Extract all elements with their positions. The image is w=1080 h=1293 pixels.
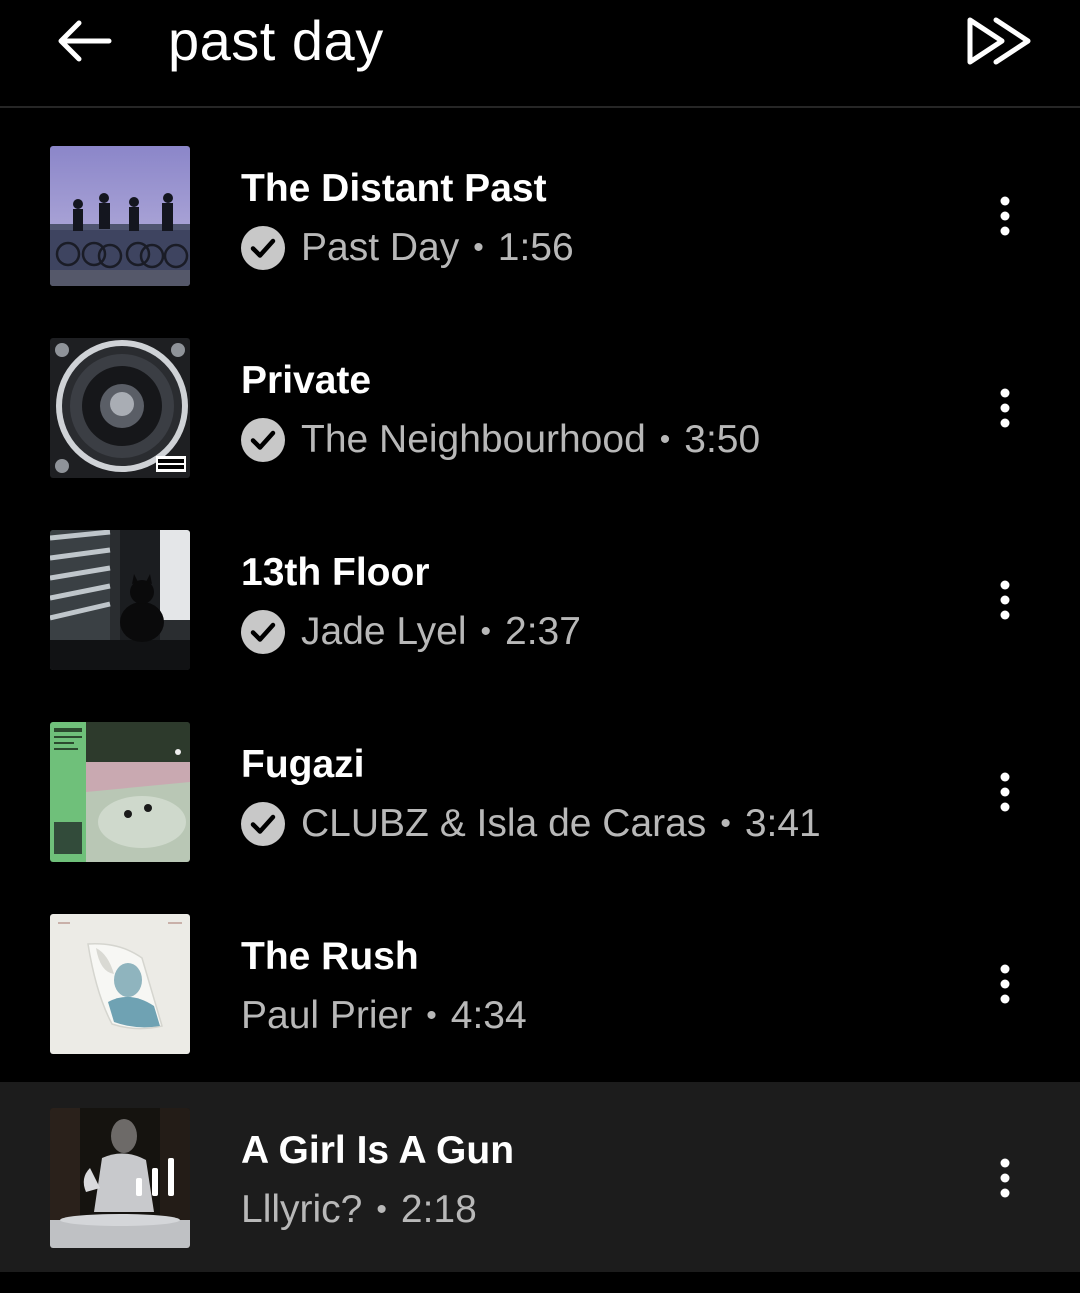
album-art xyxy=(50,914,190,1054)
track-list: The Distant Past Past Day • 1:56 Private… xyxy=(0,120,1080,1272)
track-artist: Past Day xyxy=(301,226,460,269)
track-artist: Paul Prier xyxy=(241,994,413,1037)
more-vertical-icon xyxy=(1000,772,1010,812)
arrow-left-icon xyxy=(58,20,112,62)
track-duration: 3:41 xyxy=(744,802,821,845)
track-row-now-playing[interactable]: A Girl Is A Gun Lllyric? • 2:18 xyxy=(0,1082,1080,1272)
album-art xyxy=(50,722,190,862)
track-subtitle: Jade Lyel • 2:37 xyxy=(241,606,581,658)
album-art xyxy=(50,338,190,478)
more-options-button[interactable] xyxy=(985,570,1025,630)
track-duration: 4:34 xyxy=(450,994,527,1037)
track-subtitle: Lllyric? • 2:18 xyxy=(241,1184,477,1236)
separator: • xyxy=(720,807,731,840)
track-artist: Jade Lyel xyxy=(301,610,467,653)
downloaded-check-icon xyxy=(241,802,285,846)
track-artist: The Neighbourhood xyxy=(301,418,646,461)
equalizer-playing-icon xyxy=(136,1158,174,1196)
track-title: Private xyxy=(241,359,372,402)
downloaded-check-icon xyxy=(241,610,285,654)
more-options-button[interactable] xyxy=(985,378,1025,438)
more-vertical-icon xyxy=(1000,1158,1010,1198)
more-vertical-icon xyxy=(1000,388,1010,428)
separator: • xyxy=(659,423,671,456)
track-subtitle: CLUBZ & Isla de Caras • 3:41 xyxy=(241,798,821,850)
more-options-button[interactable] xyxy=(985,954,1025,1014)
track-artist: Lllyric? xyxy=(241,1188,363,1231)
play-next-double-arrow-icon xyxy=(967,17,1031,65)
track-row[interactable]: 13th Floor Jade Lyel • 2:37 xyxy=(0,504,1080,696)
back-button[interactable] xyxy=(50,8,116,74)
track-row[interactable]: The Rush Paul Prier • 4:34 xyxy=(0,888,1080,1080)
track-row[interactable]: The Distant Past Past Day • 1:56 xyxy=(0,120,1080,312)
track-subtitle: Paul Prier • 4:34 xyxy=(241,990,527,1042)
track-row[interactable]: Fugazi CLUBZ & Isla de Caras • 3:41 xyxy=(0,696,1080,888)
separator: • xyxy=(376,1193,387,1226)
more-vertical-icon xyxy=(1000,964,1010,1004)
track-subtitle: Past Day • 1:56 xyxy=(241,222,574,274)
page-title: past day xyxy=(168,9,384,72)
track-title: The Rush xyxy=(241,935,419,978)
downloaded-check-icon xyxy=(241,226,285,270)
album-art xyxy=(50,146,190,286)
more-options-button[interactable] xyxy=(985,186,1025,246)
track-subtitle: The Neighbourhood • 3:50 xyxy=(241,414,760,466)
top-app-bar: past day xyxy=(0,0,1080,108)
track-duration: 3:50 xyxy=(684,418,761,461)
track-duration: 1:56 xyxy=(497,226,574,269)
track-artist: CLUBZ & Isla de Caras xyxy=(301,802,707,845)
separator: • xyxy=(473,231,484,264)
track-title: A Girl Is A Gun xyxy=(241,1129,515,1172)
track-title: Fugazi xyxy=(241,743,365,786)
more-options-button[interactable] xyxy=(985,1148,1025,1208)
more-options-button[interactable] xyxy=(985,762,1025,822)
track-duration: 2:37 xyxy=(505,610,581,653)
more-vertical-icon xyxy=(1000,196,1010,236)
separator: • xyxy=(480,615,492,648)
track-title: 13th Floor xyxy=(241,551,430,594)
downloaded-check-icon xyxy=(241,418,285,462)
track-title: The Distant Past xyxy=(241,167,547,210)
album-art xyxy=(50,530,190,670)
play-all-button[interactable] xyxy=(958,8,1038,74)
track-row[interactable]: Private The Neighbourhood • 3:50 xyxy=(0,312,1080,504)
track-duration: 2:18 xyxy=(400,1188,477,1231)
separator: • xyxy=(426,999,437,1032)
more-vertical-icon xyxy=(1000,580,1010,620)
